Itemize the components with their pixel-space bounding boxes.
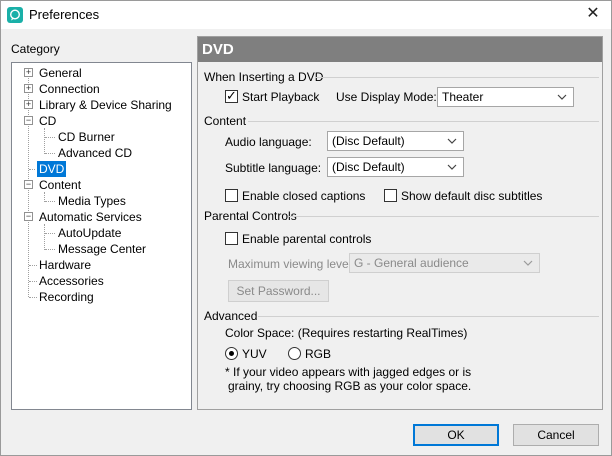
audio-language-value: (Disc Default) bbox=[332, 134, 405, 148]
tree-label: Advanced CD bbox=[58, 146, 133, 160]
tree-label: AutoUpdate bbox=[58, 226, 122, 240]
max-viewing-level-value: G - General audience bbox=[354, 256, 469, 270]
ok-button[interactable]: OK bbox=[413, 424, 499, 446]
color-space-note-line2: grainy, try choosing RGB as your color s… bbox=[228, 379, 472, 393]
chevron-down-icon bbox=[523, 260, 533, 266]
tree-label: Content bbox=[39, 178, 82, 192]
tree-item-connection[interactable]: + Connection bbox=[12, 81, 191, 97]
rgb-label: RGB bbox=[305, 347, 332, 361]
chevron-down-icon bbox=[447, 164, 457, 170]
tree-connector bbox=[29, 281, 37, 282]
collapse-minus-icon[interactable]: − bbox=[24, 116, 33, 125]
closed-captions-label: Enable closed captions bbox=[242, 189, 366, 203]
tree-item-cd[interactable]: − CD bbox=[12, 113, 191, 129]
section-label-inserting: When Inserting a DVD bbox=[204, 70, 324, 84]
panel-title: DVD bbox=[198, 37, 602, 62]
tree-connector bbox=[45, 153, 55, 154]
tree-connector bbox=[29, 265, 37, 266]
window-title: Preferences bbox=[29, 7, 100, 22]
tree-item-accessories[interactable]: Accessories bbox=[12, 273, 191, 289]
dvd-settings-panel: DVD When Inserting a DVD Start Playback … bbox=[197, 36, 603, 410]
expand-plus-icon[interactable]: + bbox=[24, 84, 33, 93]
display-mode-value: Theater bbox=[442, 90, 484, 104]
tree-item-dvd[interactable]: DVD bbox=[12, 160, 191, 178]
preferences-window: Preferences ✕ Category + General + Conne… bbox=[0, 0, 612, 456]
color-space-note-line1: * If your video appears with jagged edge… bbox=[225, 365, 472, 379]
tree-item-advanced-cd[interactable]: Advanced CD bbox=[12, 145, 191, 161]
tree-item-automatic-services[interactable]: − Automatic Services bbox=[12, 209, 191, 225]
yuv-radio[interactable] bbox=[225, 347, 238, 360]
chevron-down-icon bbox=[557, 94, 567, 100]
color-space-label: Color Space: (Requires restarting RealTi… bbox=[225, 326, 468, 340]
section-label-advanced: Advanced bbox=[204, 309, 258, 323]
category-tree[interactable]: + General + Connection + Library & Devic… bbox=[11, 62, 192, 410]
collapse-minus-icon[interactable]: − bbox=[24, 212, 33, 221]
tree-item-hardware[interactable]: Hardware bbox=[12, 257, 191, 273]
display-mode-label: Use Display Mode: bbox=[336, 90, 437, 104]
tree-connector bbox=[45, 249, 55, 250]
parental-controls-checkbox[interactable] bbox=[225, 232, 238, 245]
tree-item-media-types[interactable]: Media Types bbox=[12, 193, 191, 209]
start-playback-checkbox[interactable] bbox=[225, 88, 238, 104]
tree-item-recording[interactable]: Recording bbox=[12, 289, 191, 305]
tree-label: Media Types bbox=[58, 194, 126, 208]
closed-captions-checkbox[interactable] bbox=[225, 189, 238, 202]
tree-label: Automatic Services bbox=[39, 210, 142, 224]
tree-item-autoupdate[interactable]: AutoUpdate bbox=[12, 225, 191, 241]
tree-label: Recording bbox=[39, 290, 94, 304]
tree-label: CD bbox=[39, 114, 57, 128]
parental-controls-label: Enable parental controls bbox=[242, 232, 372, 246]
tree-label: Connection bbox=[39, 82, 100, 96]
audio-language-label: Audio language: bbox=[225, 135, 312, 149]
tree-item-content[interactable]: − Content bbox=[12, 177, 191, 193]
tree-label: General bbox=[39, 66, 82, 80]
section-label-parental: Parental Controls bbox=[204, 209, 297, 223]
max-viewing-level-select[interactable]: G - General audience bbox=[349, 253, 540, 273]
section-divider bbox=[258, 316, 599, 317]
title-bar: Preferences ✕ bbox=[1, 1, 611, 29]
rgb-radio[interactable] bbox=[288, 347, 301, 360]
tree-connector bbox=[29, 297, 37, 298]
max-viewing-level-label: Maximum viewing level: bbox=[228, 257, 355, 271]
section-divider bbox=[288, 216, 599, 217]
section-divider bbox=[315, 77, 599, 78]
subtitle-language-label: Subtitle language: bbox=[225, 161, 322, 175]
tree-connector bbox=[45, 137, 55, 138]
cancel-button[interactable]: Cancel bbox=[513, 424, 599, 446]
display-mode-select[interactable]: Theater bbox=[437, 87, 574, 107]
tree-label-selected: DVD bbox=[35, 160, 68, 178]
tree-item-cd-burner[interactable]: CD Burner bbox=[12, 129, 191, 145]
tree-label: Accessories bbox=[39, 274, 104, 288]
tree-item-message-center[interactable]: Message Center bbox=[12, 241, 191, 257]
set-password-button[interactable]: Set Password... bbox=[228, 280, 329, 302]
yuv-label: YUV bbox=[242, 347, 267, 361]
audio-language-select[interactable]: (Disc Default) bbox=[327, 131, 464, 151]
category-label: Category bbox=[11, 42, 60, 56]
tree-item-library-sharing[interactable]: + Library & Device Sharing bbox=[12, 97, 191, 113]
default-subtitles-checkbox[interactable] bbox=[384, 189, 397, 202]
tree-label: Library & Device Sharing bbox=[39, 98, 172, 112]
section-label-content: Content bbox=[204, 114, 247, 128]
expand-plus-icon[interactable]: + bbox=[24, 100, 33, 109]
start-playback-label: Start Playback bbox=[242, 90, 320, 104]
tree-connector bbox=[45, 233, 55, 234]
expand-plus-icon[interactable]: + bbox=[24, 68, 33, 77]
tree-label: CD Burner bbox=[58, 130, 115, 144]
subtitle-language-value: (Disc Default) bbox=[332, 160, 405, 174]
tree-label: Hardware bbox=[39, 258, 92, 272]
collapse-minus-icon[interactable]: − bbox=[24, 180, 33, 189]
chevron-down-icon bbox=[447, 138, 457, 144]
default-subtitles-label: Show default disc subtitles bbox=[401, 189, 543, 203]
subtitle-language-select[interactable]: (Disc Default) bbox=[327, 157, 464, 177]
tree-label: Message Center bbox=[58, 242, 147, 256]
tree-connector bbox=[45, 201, 55, 202]
tree-item-general[interactable]: + General bbox=[12, 65, 191, 81]
tree-connector bbox=[29, 169, 37, 170]
chat-bubble-icon bbox=[7, 7, 23, 23]
close-icon[interactable]: ✕ bbox=[585, 6, 601, 22]
section-divider bbox=[248, 121, 599, 122]
